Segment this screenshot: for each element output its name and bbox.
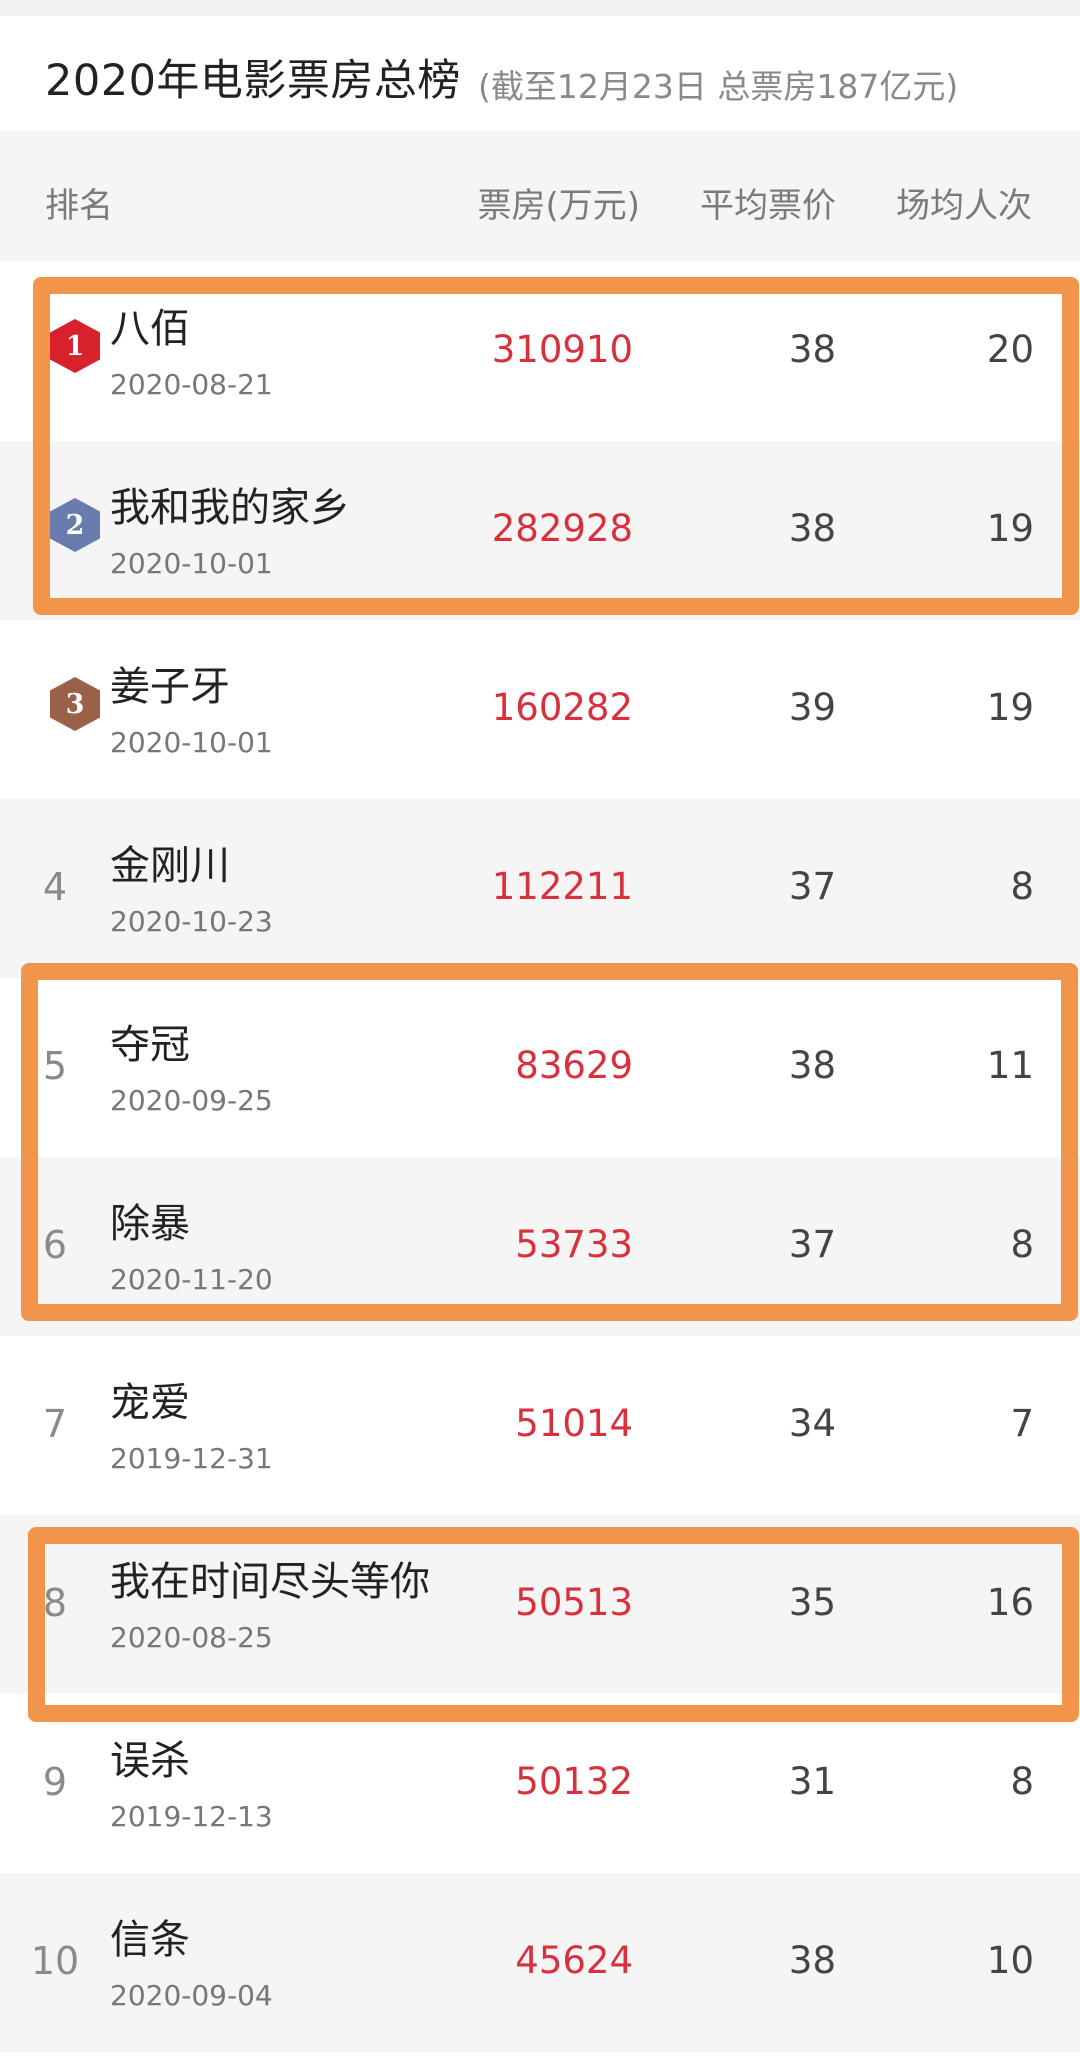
avg-price-value: 31 xyxy=(788,1760,836,1803)
table-header: 排名 票房(万元) 平均票价 场均人次 xyxy=(0,130,1080,262)
avg-price-value: 38 xyxy=(788,1939,836,1982)
rank-number: 7 xyxy=(42,1402,68,1446)
avg-attendance-value: 8 xyxy=(1010,865,1034,908)
film-title: 宠爱 xyxy=(110,1380,190,1426)
release-date: 2020-09-04 xyxy=(110,1979,273,2012)
avg-attendance-value: 10 xyxy=(986,1939,1034,1982)
film-title: 姜子牙 xyxy=(110,664,230,710)
table-row[interactable]: 7 宠爱 2019-12-31 51014 34 7 xyxy=(0,1336,1080,1515)
box-office-value: 51014 xyxy=(515,1402,633,1445)
header-avg-price[interactable]: 平均票价 xyxy=(700,178,836,227)
rank-number: 4 xyxy=(42,865,68,909)
release-date: 2020-10-23 xyxy=(110,905,273,938)
rank-number: 9 xyxy=(42,1760,68,1804)
avg-price-value: 34 xyxy=(788,1402,836,1445)
header-avg-attendance[interactable]: 场均人次 xyxy=(896,178,1032,227)
highlight-box-rank5-6 xyxy=(21,963,1078,1321)
release-date: 2020-10-01 xyxy=(110,726,273,759)
header-box-office[interactable]: 票房(万元) xyxy=(477,178,640,227)
table-row[interactable]: 10 信条 2020-09-04 45624 38 10 xyxy=(0,1873,1080,2052)
rank-number: 10 xyxy=(30,1939,80,1983)
page-title: 2020年电影票房总榜 xyxy=(45,56,461,106)
avg-price-value: 39 xyxy=(788,686,836,729)
avg-attendance-value: 8 xyxy=(1010,1760,1034,1803)
top-divider xyxy=(0,0,1080,16)
highlight-box-rank8 xyxy=(28,1527,1079,1722)
box-office-value: 112211 xyxy=(491,865,633,908)
release-date: 2019-12-31 xyxy=(110,1442,273,1475)
avg-price-value: 37 xyxy=(788,865,836,908)
title-bar: 2020年电影票房总榜 (截至12月23日 总票房187亿元) xyxy=(0,16,1080,130)
page-subtitle: (截至12月23日 总票房187亿元) xyxy=(478,67,959,106)
box-office-value: 45624 xyxy=(515,1939,633,1982)
film-title: 误杀 xyxy=(110,1738,190,1784)
release-date: 2019-12-13 xyxy=(110,1800,273,1833)
box-office-value: 160282 xyxy=(491,686,633,729)
highlight-box-top2 xyxy=(33,277,1079,615)
table-row[interactable]: 4 金刚川 2020-10-23 112211 37 8 xyxy=(0,799,1080,978)
medal-3-icon: 3 xyxy=(50,677,100,731)
box-office-value: 50132 xyxy=(515,1760,633,1803)
film-title: 金刚川 xyxy=(110,843,230,889)
film-title: 信条 xyxy=(110,1917,190,1963)
avg-attendance-value: 19 xyxy=(986,686,1034,729)
avg-attendance-value: 7 xyxy=(1010,1402,1034,1445)
table-row[interactable]: 3 姜子牙 2020-10-01 160282 39 19 xyxy=(0,620,1080,799)
header-rank: 排名 xyxy=(45,186,113,226)
